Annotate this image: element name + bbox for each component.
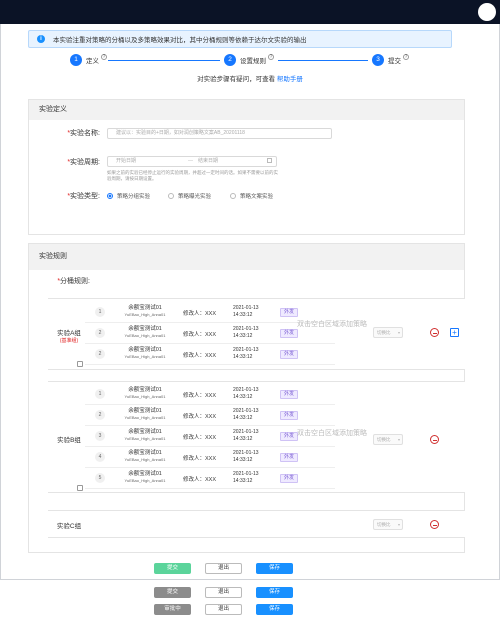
avatar[interactable]	[478, 3, 496, 21]
bucket-label: *分桶规则:	[57, 278, 90, 285]
period-label: *实验周期:	[67, 159, 100, 166]
group-a-name: 实验A组 (基准组)	[57, 330, 81, 344]
group-a[interactable]: 实验A组 (基准组) 1 余额宝测试01 YuEBao_High_Anna01 修…	[48, 298, 465, 370]
exit-button[interactable]: 退出	[205, 604, 242, 615]
tag-badge: 外发	[280, 474, 299, 483]
radio-type-copy[interactable]: 策略文案实验	[230, 192, 273, 200]
tag-badge: 外发	[280, 453, 299, 462]
strategy-row[interactable]: 2 余额宝测试01 YuEBao_High_Anna01 修改人：XXX 2021…	[85, 406, 335, 426]
strategy-row[interactable]: 4 余额宝测试01 YuEBao_High_Anna01 修改人：XXX 2021…	[85, 448, 335, 468]
tag-badge: 外发	[280, 308, 299, 317]
step-1[interactable]: 1 定义 ?	[70, 54, 107, 66]
radio-type-exposure[interactable]: 策略曝光实验	[168, 192, 211, 200]
save-button[interactable]: 保存	[256, 604, 293, 615]
step-1-number: 1	[70, 54, 82, 66]
radio-checked-icon	[107, 193, 113, 199]
add-group-icon[interactable]: +	[450, 328, 459, 337]
tag-badge: 外发	[280, 411, 299, 420]
strategy-row[interactable]: 2 余额宝测试01 YuEBao_High_Anna01 修改人：XXX 2021…	[85, 345, 335, 365]
step-connector	[278, 60, 368, 61]
step-2-number: 2	[224, 54, 236, 66]
calendar-icon	[267, 158, 272, 163]
group-c[interactable]: 实验C组 切换比 ▾	[48, 510, 465, 538]
edit-icon[interactable]	[77, 361, 83, 367]
help-line: 对实验步骤有疑问，可查看 帮助手册	[0, 73, 500, 83]
add-strategy-area[interactable]: 双击空白区域添加策略	[297, 428, 367, 439]
remove-group-icon[interactable]	[430, 435, 439, 444]
ratio-select[interactable]: 切换比 ▾	[373, 327, 403, 338]
tag-badge: 外发	[280, 329, 299, 338]
step-2[interactable]: 2 设置规则 ?	[224, 54, 274, 66]
edit-icon[interactable]	[77, 485, 83, 491]
info-notice: i 本实验注重对策略的分桶以及多策略效果对比，其中分桶规则等依赖于达尔文实验的输…	[28, 30, 452, 48]
strategy-row[interactable]: 5 余额宝测试01 YuEBao_High_Anna01 修改人：XXX 2021…	[85, 469, 335, 489]
save-button[interactable]: 保存	[256, 563, 293, 574]
definition-panel: 实验定义	[28, 99, 465, 235]
radio-type-group[interactable]: 策略分组实验	[107, 192, 150, 200]
tag-badge: 外发	[280, 350, 299, 359]
step-3-label: 提交	[388, 58, 401, 65]
remove-group-icon[interactable]	[430, 520, 439, 529]
ratio-select[interactable]: 切换比 ▾	[373, 519, 403, 530]
top-bar	[0, 0, 500, 24]
step-3-number: 3	[372, 54, 384, 66]
range-separator: —	[188, 158, 193, 164]
group-b-name: 实验B组	[57, 437, 81, 444]
add-strategy-area[interactable]: 双击空白区域添加策略	[297, 319, 367, 330]
exit-button[interactable]: 退出	[205, 587, 242, 598]
step-2-label: 设置规则	[240, 58, 266, 65]
step-indicator: 1 定义 ? 2 设置规则 ? 3 提交 ?	[70, 54, 430, 68]
help-text: 对实验步骤有疑问，可查看	[197, 76, 276, 83]
definition-title: 实验定义	[29, 100, 464, 120]
step-connector	[108, 60, 220, 61]
submit-button-disabled[interactable]: 提交	[154, 587, 191, 598]
radio-icon	[168, 193, 174, 199]
group-c-name: 实验C组	[56, 523, 82, 530]
submit-button[interactable]: 提交	[154, 563, 191, 574]
approving-button[interactable]: 审批中	[154, 604, 191, 615]
start-date: 开始日期	[116, 158, 137, 164]
notice-text: 本实验注重对策略的分桶以及多策略效果对比，其中分桶规则等依赖于达尔文实验的输出	[53, 37, 307, 44]
remove-group-icon[interactable]	[430, 328, 439, 337]
radio-icon	[230, 193, 236, 199]
help-icon: ?	[268, 54, 274, 60]
date-range-input[interactable]: 开始日期 — 结束日期	[107, 156, 277, 167]
step-3[interactable]: 3 提交 ?	[372, 54, 409, 66]
name-label: *实验名称:	[67, 130, 100, 137]
tag-badge: 外发	[280, 390, 299, 399]
type-label: *实验类型:	[67, 193, 100, 200]
help-icon: ?	[101, 54, 107, 60]
help-icon: ?	[403, 54, 409, 60]
info-icon: i	[37, 35, 45, 43]
ratio-select[interactable]: 切换比 ▾	[373, 434, 403, 445]
exit-button[interactable]: 退出	[205, 563, 242, 574]
experiment-name-input[interactable]: 建议以：实验目的+日期，如对润创策略文案AB_20201118	[107, 128, 332, 139]
group-b[interactable]: 实验B组 1 余额宝测试01 YuEBao_High_Anna01 修改人：XXX…	[48, 381, 465, 493]
strategy-row[interactable]: 1 余额宝测试01 YuEBao_High_Anna01 修改人：XXX 2021…	[85, 385, 335, 405]
tag-badge: 外发	[280, 432, 299, 441]
save-button[interactable]: 保存	[256, 587, 293, 598]
period-hint: 如果之前的实验已经停止运行的实验周期，并超过一定时间的话。如果不需要以前的实验周…	[107, 170, 278, 181]
end-date: 结束日期	[198, 158, 219, 164]
help-manual-link[interactable]: 帮助手册	[277, 76, 303, 83]
step-1-label: 定义	[86, 58, 99, 65]
rules-title: 实验规则	[29, 244, 464, 270]
